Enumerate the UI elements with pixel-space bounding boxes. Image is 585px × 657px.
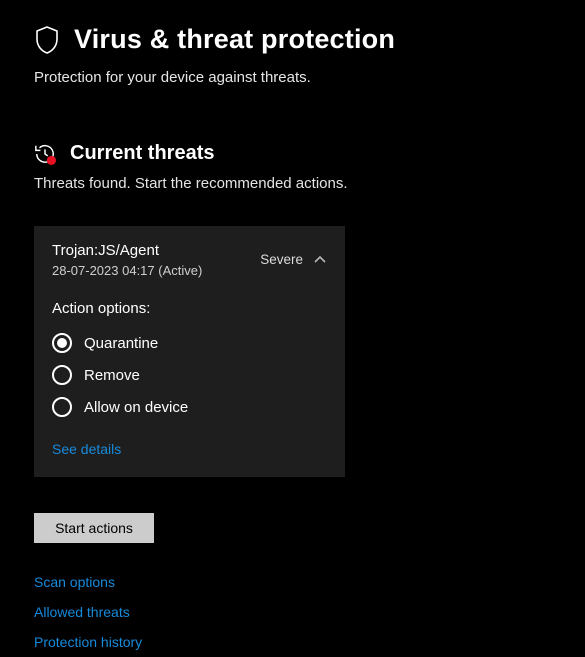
radio-allow[interactable]: Allow on device: [52, 391, 327, 423]
threat-severity-label: Severe: [260, 252, 303, 267]
page-subtitle: Protection for your device against threa…: [34, 69, 551, 86]
action-options-group: Quarantine Remove Allow on device: [52, 327, 327, 423]
see-details-link[interactable]: See details: [52, 441, 121, 457]
radio-quarantine[interactable]: Quarantine: [52, 327, 327, 359]
threat-meta: 28-07-2023 04:17 (Active): [52, 263, 202, 278]
radio-indicator: [52, 365, 72, 385]
section-subtitle: Threats found. Start the recommended act…: [34, 175, 551, 192]
radio-indicator: [52, 397, 72, 417]
shield-icon: [34, 26, 60, 54]
radio-indicator: [52, 333, 72, 353]
page-title: Virus & threat protection: [74, 24, 395, 55]
protection-history-link[interactable]: Protection history: [34, 627, 551, 657]
allowed-threats-link[interactable]: Allowed threats: [34, 597, 551, 627]
section-title: Current threats: [70, 142, 214, 165]
radio-label: Quarantine: [84, 335, 158, 352]
history-alert-icon: [34, 143, 56, 165]
threat-name: Trojan:JS/Agent: [52, 242, 202, 259]
scan-options-link[interactable]: Scan options: [34, 567, 551, 597]
radio-remove[interactable]: Remove: [52, 359, 327, 391]
chevron-up-icon: [313, 253, 327, 267]
radio-label: Remove: [84, 367, 140, 384]
start-actions-button[interactable]: Start actions: [34, 513, 154, 543]
radio-label: Allow on device: [84, 399, 188, 416]
threat-severity-toggle[interactable]: Severe: [260, 252, 327, 267]
action-options-label: Action options:: [52, 300, 327, 317]
threat-card: Trojan:JS/Agent 28-07-2023 04:17 (Active…: [34, 226, 345, 477]
